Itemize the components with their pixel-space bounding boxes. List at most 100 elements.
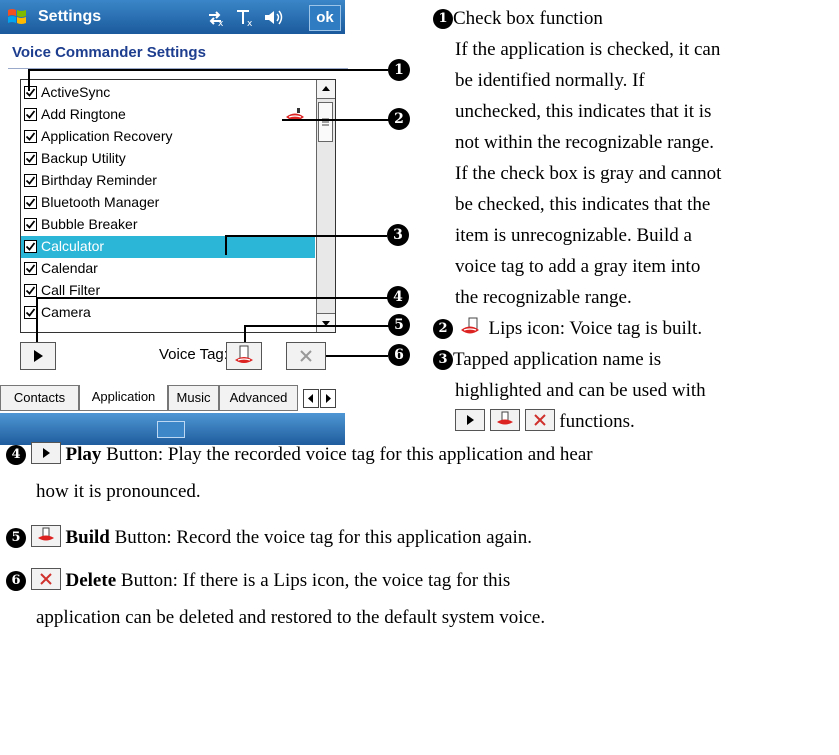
keyboard-icon[interactable] (157, 421, 185, 438)
lips-icon (460, 317, 479, 334)
callout-line (28, 69, 30, 91)
list-item-label: Call Filter (41, 282, 101, 298)
list-item-label: Camera (41, 304, 91, 320)
callout-line (326, 355, 388, 357)
checkbox[interactable] (24, 196, 37, 209)
lips-icon (496, 411, 513, 425)
note-text: not within the recognizable range. (455, 132, 715, 153)
application-list[interactable]: ActiveSync Add Ringtone Application Reco… (20, 79, 336, 333)
status-icons[interactable]: x x (205, 6, 300, 28)
checkbox[interactable] (24, 152, 37, 165)
play-button-image (30, 442, 61, 464)
checkbox[interactable] (24, 174, 37, 187)
note-text: application can be deleted and restored … (36, 607, 546, 628)
check-icon (25, 308, 36, 317)
tab-advanced[interactable]: Advanced (219, 385, 298, 411)
delete-button-image (524, 409, 555, 431)
lips-icon (286, 108, 304, 121)
list-item[interactable]: Backup Utility (21, 148, 315, 170)
note-marker: 1 (433, 9, 453, 29)
list-item-label: Bluetooth Manager (41, 194, 160, 210)
note-marker: 2 (433, 319, 453, 339)
play-icon (42, 448, 50, 458)
build-button-image (30, 525, 61, 547)
tab-scroll-left-button[interactable] (303, 389, 319, 408)
callout-line (244, 325, 390, 327)
list-item[interactable]: Application Recovery (21, 126, 315, 148)
play-icon (467, 415, 474, 425)
note-text: Button: If there is a Lips icon, the voi… (120, 570, 511, 591)
list-item-selected[interactable]: Calculator (21, 236, 315, 258)
tab-application[interactable]: Application (79, 385, 168, 411)
checkbox[interactable] (24, 284, 37, 297)
note-marker: 3 (433, 350, 453, 370)
checkbox[interactable] (24, 86, 37, 99)
callout-marker-5: 5 (388, 314, 410, 336)
note-text: Button: Record the voice tag for this ap… (114, 527, 532, 548)
list-item-label: Birthday Reminder (41, 172, 157, 188)
list-item-label: Calculator (41, 238, 105, 254)
scroll-up-button[interactable] (317, 80, 335, 99)
note-text: unchecked, this indicates that it is (455, 101, 712, 122)
list-item[interactable]: Calendar (21, 258, 315, 280)
tab-scroll-right-button[interactable] (320, 389, 336, 408)
note-text: Button: Play the recorded voice tag for … (106, 444, 593, 465)
scroll-thumb[interactable] (318, 102, 333, 142)
note-term: Play (65, 444, 102, 465)
ok-button[interactable]: ok (309, 5, 341, 31)
check-icon (25, 242, 36, 251)
tab-music[interactable]: Music (168, 385, 219, 411)
arrow-up-icon (322, 86, 330, 91)
note-marker: 4 (6, 445, 26, 465)
checkbox[interactable] (24, 262, 37, 275)
list-item[interactable]: Birthday Reminder (21, 170, 315, 192)
delete-x-icon (300, 350, 312, 362)
check-icon (25, 132, 36, 141)
list-item-label: Backup Utility (41, 150, 126, 166)
window-title: Settings (38, 8, 102, 25)
scroll-down-button[interactable] (317, 313, 335, 332)
checkbox[interactable] (24, 108, 37, 121)
title-bar: Settings x x ok (0, 0, 345, 34)
note-text: highlighted and can be used with (455, 380, 706, 401)
play-button[interactable] (20, 342, 56, 370)
list-item-label: Bubble Breaker (41, 216, 138, 232)
note-term: Build (65, 527, 110, 548)
note-marker: 6 (6, 571, 26, 591)
note-6: 6 Delete Button: If there is a Lips icon… (6, 565, 545, 633)
build-button[interactable] (226, 342, 262, 370)
list-item[interactable]: ActiveSync (21, 82, 315, 104)
list-item-label: Application Recovery (41, 128, 173, 144)
check-icon (25, 110, 36, 119)
tab-bar: Contacts Application Music Advanced (0, 385, 345, 411)
list-item[interactable]: Bubble Breaker (21, 214, 315, 236)
list-item-label: ActiveSync (41, 84, 111, 100)
delete-button[interactable] (286, 342, 326, 370)
note-text: item is unrecognizable. Build a (455, 225, 692, 246)
note-2: 2 Lips icon: Voice tag is built. (433, 313, 702, 344)
delete-button-image (30, 568, 61, 590)
tab-contacts[interactable]: Contacts (0, 385, 79, 411)
note-text: voice tag to add a gray item into (455, 256, 701, 277)
checkbox[interactable] (24, 130, 37, 143)
callout-marker-2: 2 (388, 108, 410, 130)
note-text: Tapped application name is (453, 349, 662, 370)
grip-icon (322, 118, 329, 126)
windows-logo-icon[interactable] (6, 6, 28, 28)
list-item[interactable]: Camera (21, 302, 315, 324)
scrollbar[interactable] (316, 80, 335, 332)
list-item[interactable]: Add Ringtone (21, 104, 315, 126)
svg-text:x: x (247, 19, 253, 28)
delete-x-icon (533, 414, 546, 426)
check-icon (25, 286, 36, 295)
lips-icon (235, 345, 253, 363)
checkbox[interactable] (24, 240, 37, 253)
note-text: functions. (559, 411, 635, 432)
note-text: If the check box is gray and cannot (455, 163, 722, 184)
callout-line (28, 69, 388, 71)
note-text: how it is pronounced. (36, 481, 201, 502)
list-item[interactable]: Bluetooth Manager (21, 192, 315, 214)
checkbox[interactable] (24, 218, 37, 231)
check-icon (25, 154, 36, 163)
note-term: Delete (65, 570, 117, 591)
